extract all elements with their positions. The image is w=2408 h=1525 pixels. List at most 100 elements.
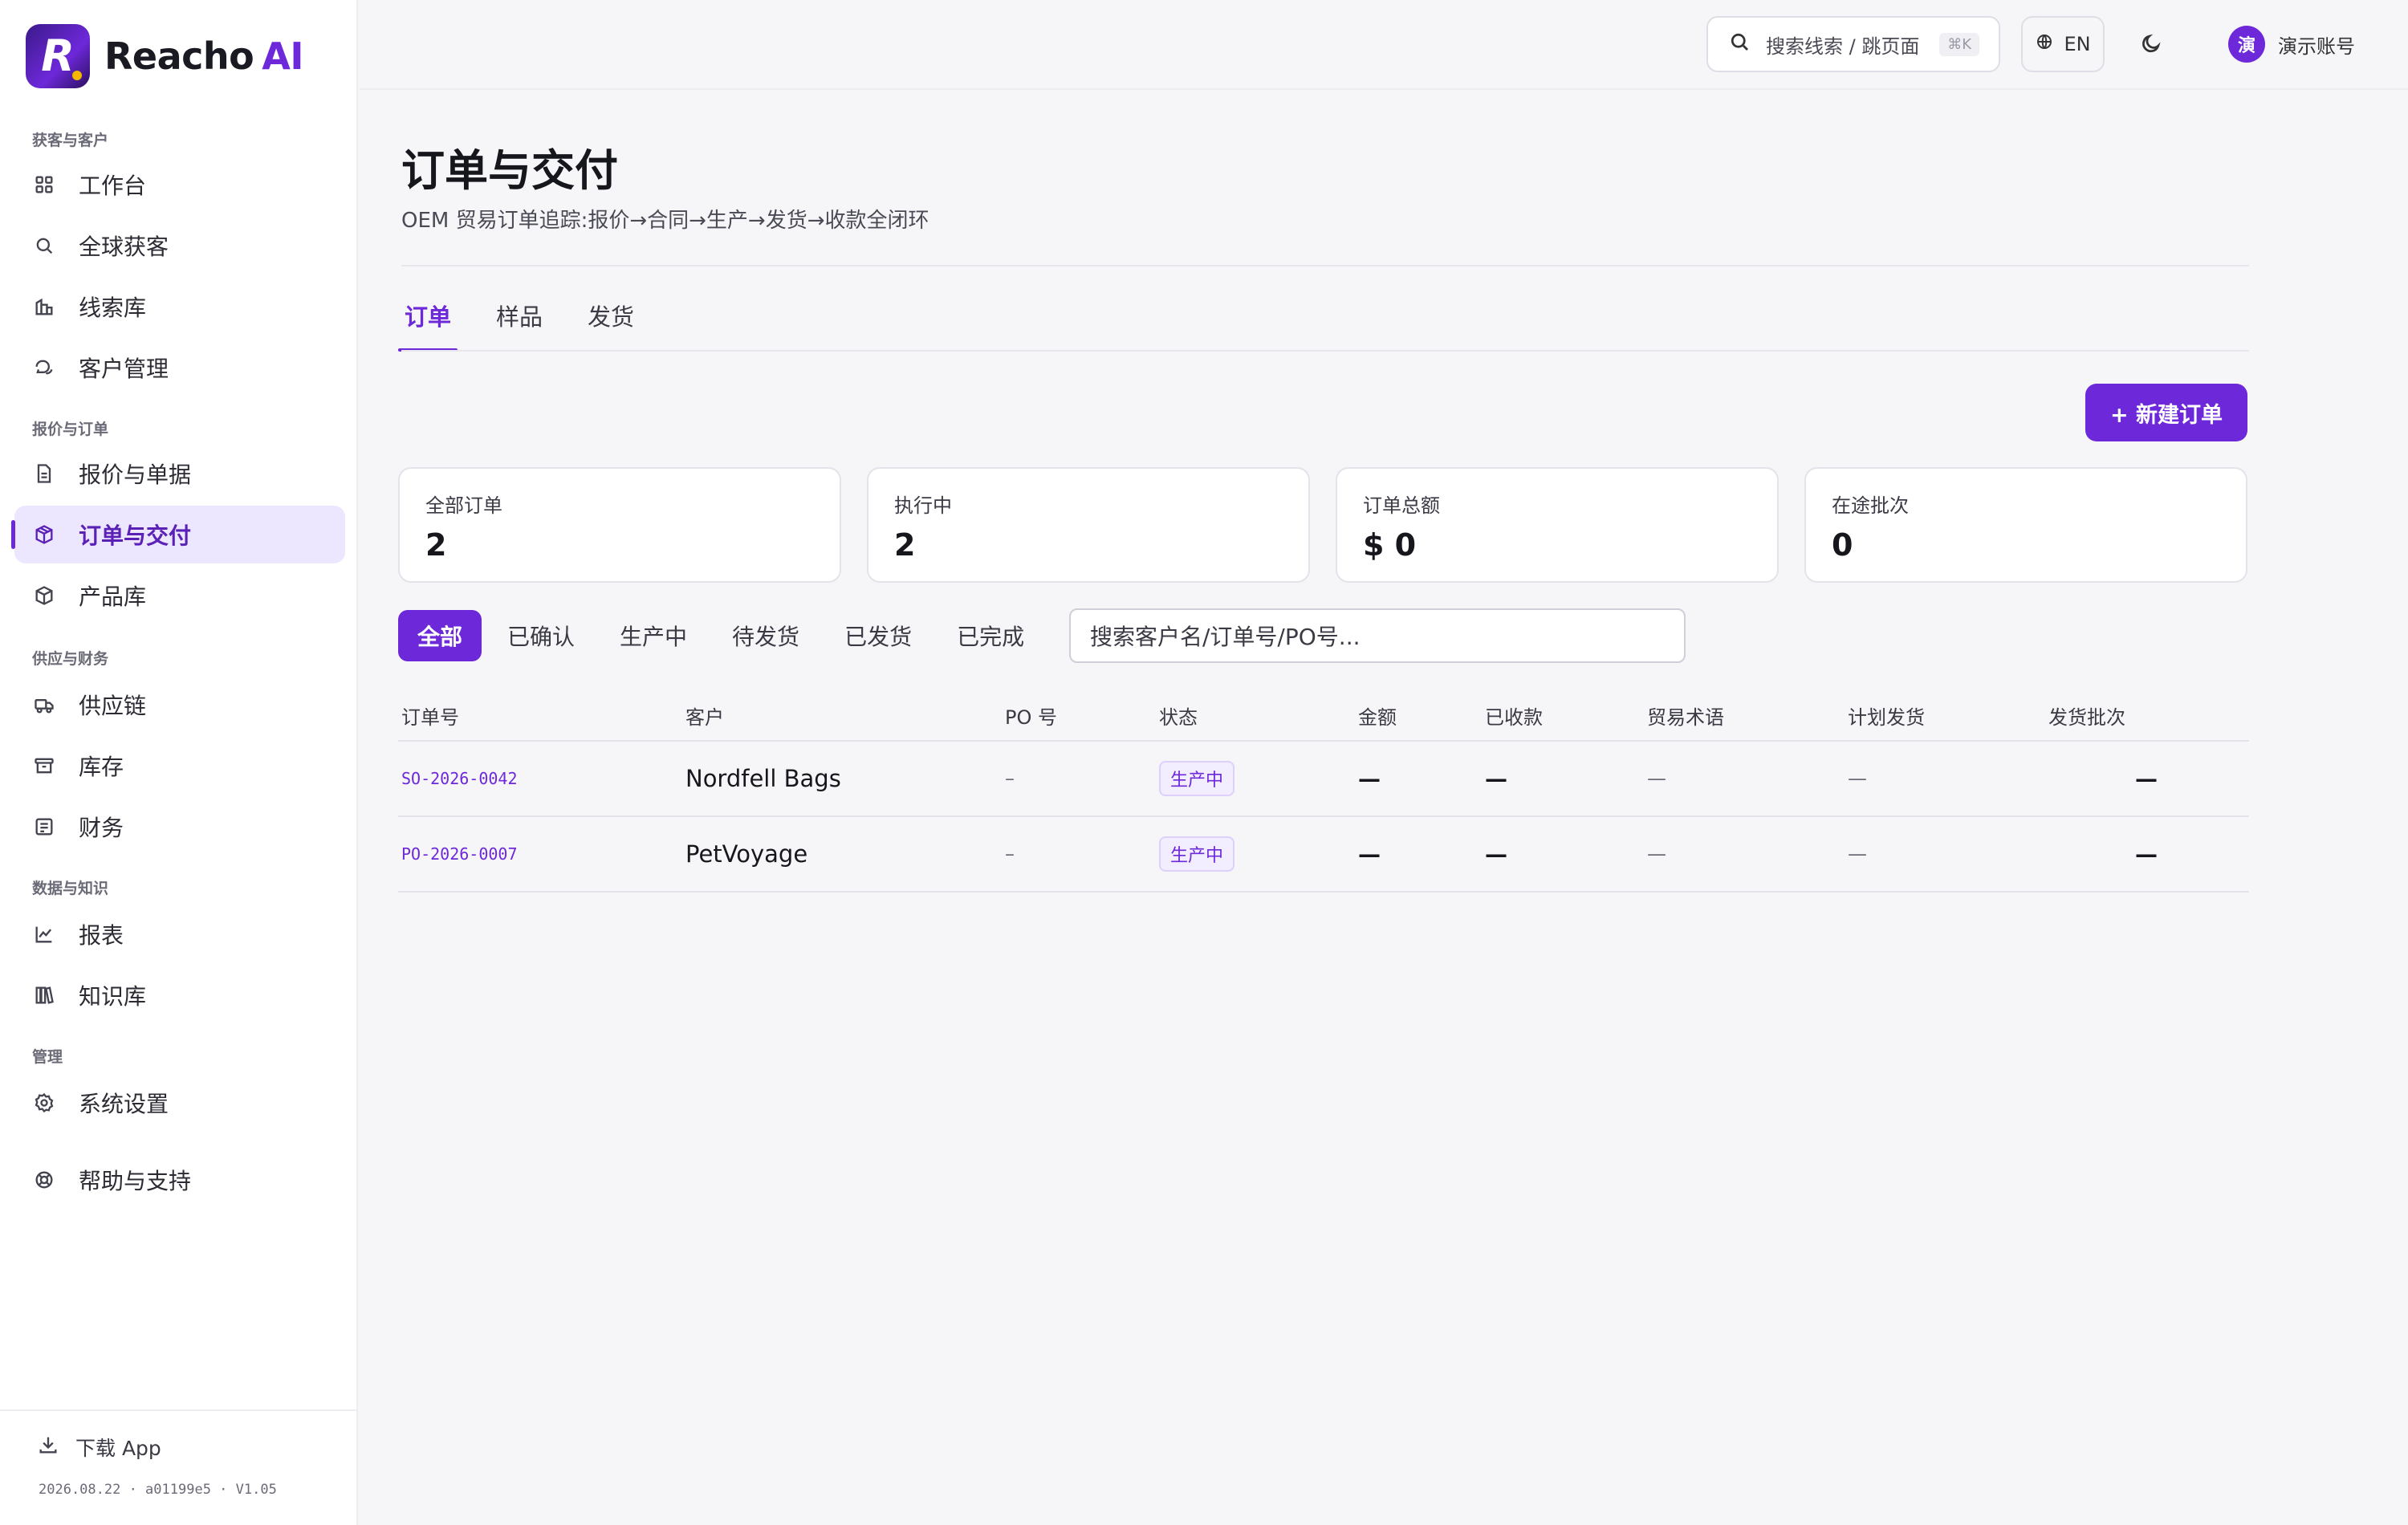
sidebar-item-label: 报价与单据 — [79, 462, 192, 488]
order-search-placeholder: 搜索客户名/订单号/PO号... — [1090, 624, 1361, 650]
sidebar-item-label: 库存 — [79, 754, 124, 780]
filter-in-production[interactable]: 生产中 — [600, 610, 706, 661]
logo: R — [26, 24, 90, 88]
sidebar-item-label: 产品库 — [79, 584, 147, 610]
customer-name: PetVoyage — [685, 840, 808, 868]
sidebar-item-reports[interactable]: 报表 — [14, 905, 345, 963]
sidebar-item-knowledge[interactable]: 知识库 — [14, 966, 345, 1024]
filter-confirmed[interactable]: 已确认 — [488, 610, 594, 661]
building-icon — [32, 295, 56, 319]
sidebar-item-inventory[interactable]: 库存 — [14, 737, 345, 795]
sidebar-item-label: 供应链 — [79, 693, 147, 719]
package-icon — [32, 523, 56, 547]
order-number-link[interactable]: SO-2026-0042 — [401, 769, 518, 788]
sidebar-item-help[interactable]: 帮助与支持 — [14, 1151, 345, 1209]
customer-name: Nordfell Bags — [685, 765, 841, 792]
page-title: 订单与交付 — [401, 145, 618, 196]
table-header: 订单号 客户 PO 号 状态 金额 已收款 贸易术语 计划发货 发货批次 — [398, 690, 2249, 742]
header-divider — [401, 265, 2249, 266]
globe-icon — [2035, 32, 2054, 56]
sidebar-item-products[interactable]: 产品库 — [14, 567, 345, 624]
amount: — — [1358, 765, 1381, 792]
col-batches[interactable]: 发货批次 — [2048, 702, 2249, 730]
truck-icon — [32, 693, 56, 717]
filter-shipped[interactable]: 已发货 — [825, 610, 931, 661]
order-number-link[interactable]: PO-2026-0007 — [401, 844, 518, 864]
sidebar-item-leads[interactable]: 线索库 — [14, 278, 345, 336]
nav-section-data: 数据与知识 — [32, 880, 109, 897]
sidebar-footer-divider — [0, 1409, 358, 1411]
sidebar-item-settings[interactable]: 系统设置 — [14, 1074, 345, 1132]
tab-samples[interactable]: 样品 — [493, 299, 546, 350]
logo-letter: R — [41, 31, 75, 81]
stat-value: 0 — [1832, 527, 1853, 563]
filter-pending-shipment[interactable]: 待发货 — [713, 610, 819, 661]
col-incoterm[interactable]: 贸易术语 — [1647, 702, 1848, 730]
account-menu[interactable]: 演 演示账号 — [2228, 26, 2355, 63]
tab-shipments[interactable]: 发货 — [584, 299, 637, 350]
sidebar-item-quotes[interactable]: 报价与单据 — [14, 445, 345, 502]
sidebar-item-orders[interactable]: 订单与交付 — [11, 506, 345, 563]
search-icon — [1727, 30, 1751, 59]
language-toggle[interactable]: EN — [2021, 16, 2105, 72]
orders-table: 订单号 客户 PO 号 状态 金额 已收款 贸易术语 计划发货 发货批次 SO-… — [398, 690, 2249, 893]
col-status[interactable]: 状态 — [1159, 702, 1358, 730]
incoterm: — — [1647, 843, 1666, 865]
po-number: – — [1005, 767, 1015, 790]
col-order-no[interactable]: 订单号 — [398, 702, 685, 730]
sidebar-item-label: 订单与交付 — [79, 523, 192, 549]
lifebuoy-icon — [32, 1168, 56, 1192]
col-received[interactable]: 已收款 — [1485, 702, 1647, 730]
sidebar-item-label: 系统设置 — [79, 1091, 169, 1117]
sidebar-item-label: 工作台 — [79, 173, 147, 199]
stat-label: 执行中 — [894, 494, 952, 517]
sidebar-item-label: 线索库 — [79, 295, 147, 321]
sidebar-item-finance[interactable]: 财务 — [14, 798, 345, 856]
account-name: 演示账号 — [2278, 35, 2355, 58]
col-po[interactable]: PO 号 — [1005, 702, 1159, 730]
new-order-button[interactable]: + 新建订单 — [2085, 384, 2247, 441]
filter-completed[interactable]: 已完成 — [938, 610, 1043, 661]
theme-toggle[interactable] — [2135, 29, 2167, 61]
stat-value: 2 — [425, 527, 447, 563]
shortcut-hint: ⌘K — [1939, 32, 1979, 56]
brand[interactable]: R Reacho AI — [26, 24, 303, 88]
gear-icon — [32, 1091, 56, 1115]
page-subtitle: OEM 贸易订单追踪:报价→合同→生产→发货→收款全闭环 — [401, 209, 929, 233]
download-label: 下载 App — [75, 1437, 161, 1460]
sidebar-item-global-acquisition[interactable]: 全球获客 — [14, 217, 345, 274]
incoterm: — — [1647, 767, 1666, 790]
receipt-icon — [32, 815, 56, 839]
archive-icon — [32, 754, 56, 778]
sidebar: R Reacho AI 获客与客户 工作台 全球获客 线索库 客户管理 报价与订单… — [0, 0, 358, 1525]
stat-value: $ 0 — [1363, 527, 1417, 563]
sidebar-item-label: 客户管理 — [79, 356, 169, 382]
amount: — — [1358, 840, 1381, 868]
sidebar-item-workbench[interactable]: 工作台 — [14, 156, 345, 214]
nav-section-quotes: 报价与订单 — [32, 421, 109, 438]
batches: — — [2135, 765, 2158, 792]
col-planned-ship[interactable]: 计划发货 — [1848, 702, 2048, 730]
stat-value: 2 — [894, 527, 916, 563]
global-search-button[interactable]: 搜索线索 / 跳页面 ⌘K — [1706, 16, 2000, 72]
sidebar-item-customers[interactable]: 客户管理 — [14, 339, 345, 396]
table-row[interactable]: SO-2026-0042 Nordfell Bags – 生产中 — — — —… — [398, 742, 2249, 817]
books-icon — [32, 983, 56, 1007]
col-customer[interactable]: 客户 — [685, 702, 1005, 730]
document-icon — [32, 462, 56, 486]
tab-orders[interactable]: 订单 — [397, 299, 458, 352]
stat-card-in-progress: 执行中 2 — [867, 467, 1310, 583]
order-search-input[interactable]: 搜索客户名/订单号/PO号... — [1069, 608, 1686, 663]
sidebar-item-label: 帮助与支持 — [79, 1168, 192, 1194]
download-app-button[interactable]: 下载 App — [37, 1433, 161, 1462]
sidebar-item-supply-chain[interactable]: 供应链 — [14, 676, 345, 734]
search-icon — [32, 234, 56, 258]
table-row[interactable]: PO-2026-0007 PetVoyage – 生产中 — — — — — — [398, 817, 2249, 893]
sidebar-item-label: 全球获客 — [79, 234, 169, 260]
status-badge: 生产中 — [1159, 836, 1235, 872]
planned-ship: — — [1848, 767, 1867, 790]
sidebar-item-label: 知识库 — [79, 983, 147, 1010]
filter-all[interactable]: 全部 — [398, 610, 482, 661]
col-amount[interactable]: 金额 — [1358, 702, 1485, 730]
avatar: 演 — [2228, 26, 2265, 63]
